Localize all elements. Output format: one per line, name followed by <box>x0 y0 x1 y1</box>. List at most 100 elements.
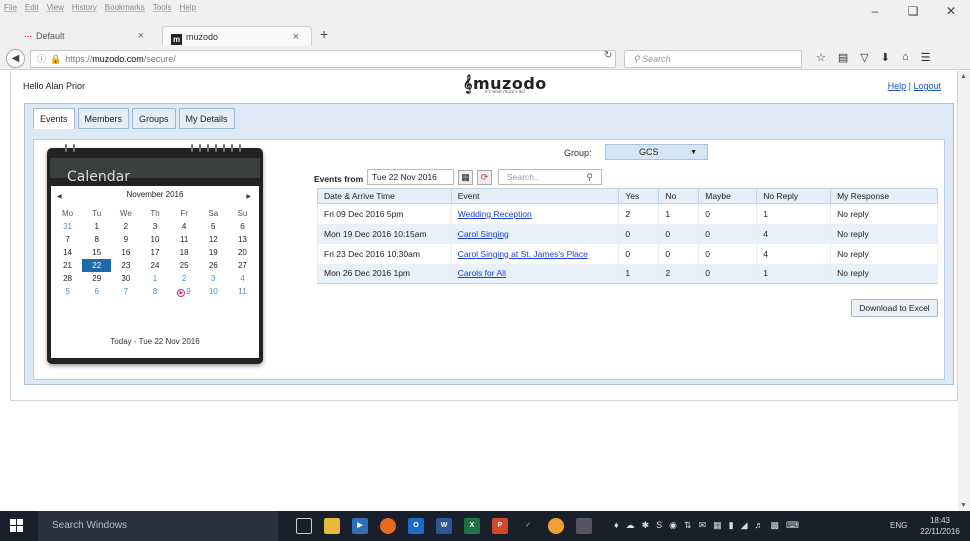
calendar-day[interactable]: 7 <box>53 233 82 246</box>
group-select[interactable]: GCS ▼ <box>605 144 708 160</box>
media-player-icon[interactable]: ▶ <box>352 518 368 534</box>
shield-app-icon[interactable] <box>548 518 564 534</box>
plant-app-icon[interactable]: ✓ <box>520 518 536 534</box>
tab-my-details[interactable]: My Details <box>178 108 235 129</box>
close-icon[interactable]: ✕ <box>932 0 970 22</box>
menu-item-help[interactable]: Help <box>179 3 195 12</box>
calendar-day[interactable]: 8 <box>140 285 169 298</box>
calendar-day[interactable]: 15 <box>82 246 111 259</box>
close-tab-icon[interactable]: × <box>293 27 299 47</box>
taskbar-clock[interactable]: 18:43 22/11/2016 <box>914 515 966 537</box>
info-icon[interactable]: ⓘ <box>37 54 46 64</box>
events-search-input[interactable]: Search.. ⚲ <box>498 169 602 185</box>
calendar-day[interactable]: 2 <box>111 220 140 233</box>
date-picker-icon[interactable]: ▦ <box>458 170 473 185</box>
tab-groups[interactable]: Groups <box>132 108 176 129</box>
column-header[interactable]: Event <box>450 188 620 204</box>
event-link[interactable]: Wedding Reception <box>458 209 532 219</box>
calendar-day[interactable]: 30 <box>111 272 140 285</box>
event-link[interactable]: Carols for All <box>458 268 506 278</box>
table-row[interactable]: Mon 26 Dec 2016 1pm Carols for All 1 2 0 1 No … <box>317 263 938 284</box>
calendar-day[interactable]: 11 <box>170 233 199 246</box>
calendar-day[interactable]: 8 <box>82 233 111 246</box>
calendar-day[interactable]: 18 <box>170 246 199 259</box>
calendar-day[interactable]: 29 <box>82 272 111 285</box>
calendar-day[interactable]: 12 <box>199 233 228 246</box>
calendar-day[interactable]: 3 <box>199 272 228 285</box>
url-bar[interactable]: ⓘ 🔒 https://muzodo.com/secure/ <box>30 50 616 68</box>
search-icon[interactable]: ⚲ <box>586 170 593 184</box>
calendar-day[interactable]: 27 <box>228 259 257 272</box>
volume-icon[interactable]: ♬ <box>755 520 764 531</box>
calendar-day[interactable]: 4 <box>170 220 199 233</box>
language-indicator[interactable]: ENG <box>890 521 907 530</box>
new-tab-icon[interactable]: + <box>320 26 328 42</box>
battery-icon[interactable]: ▮ <box>729 520 734 531</box>
tab-events[interactable]: Events <box>33 108 75 129</box>
calendar-day[interactable]: 13 <box>228 233 257 246</box>
tray-network-icon[interactable]: ▦ <box>713 520 722 531</box>
antivirus-icon[interactable]: ◉ <box>669 520 677 531</box>
calendar-day[interactable]: 24 <box>140 259 169 272</box>
menu-item-tools[interactable]: Tools <box>153 3 172 12</box>
calendar-day[interactable]: 26 <box>199 259 228 272</box>
pocket-icon[interactable]: ▽ <box>860 51 868 64</box>
page-scrollbar[interactable]: ▲ ▼ <box>958 71 970 511</box>
calendar-day[interactable]: 5 <box>199 220 228 233</box>
calendar-day[interactable]: 16 <box>111 246 140 259</box>
back-arrow-icon[interactable]: ◀ <box>6 49 25 68</box>
events-from-date-input[interactable]: Tue 22 Nov 2016 <box>367 169 454 185</box>
column-header[interactable]: No <box>658 188 700 204</box>
logout-link[interactable]: Logout <box>913 81 941 91</box>
event-link[interactable]: Carol Singing at St. James's Place <box>458 249 588 259</box>
tray-s-icon[interactable]: S <box>656 520 662 531</box>
powerpoint-icon[interactable]: P <box>492 518 508 534</box>
windows-start-icon[interactable] <box>10 519 24 533</box>
browser-tab-muzodo[interactable]: m muzodo × <box>162 26 312 46</box>
calendar-day[interactable]: 2 <box>170 272 199 285</box>
task-view-icon[interactable] <box>296 518 312 534</box>
tray-outlook-icon[interactable]: ✉ <box>699 520 707 531</box>
outlook-icon[interactable]: O <box>408 518 424 534</box>
calendar-day[interactable]: 28 <box>53 272 82 285</box>
tab-members[interactable]: Members <box>77 108 130 129</box>
table-row[interactable]: Mon 19 Dec 2016 10:15am Carol Singing 0 0 0 4… <box>317 223 938 244</box>
restore-icon[interactable]: ❏ <box>894 0 932 22</box>
refresh-icon[interactable]: ⟳ <box>477 170 492 185</box>
calendar-day[interactable]: 4 <box>228 272 257 285</box>
calendar-day[interactable]: 21 <box>53 259 82 272</box>
calendar-day[interactable]: 19 <box>199 246 228 259</box>
bookmark-star-icon[interactable]: ☆ <box>816 51 826 64</box>
calendar-day[interactable]: 1 <box>140 272 169 285</box>
minimize-icon[interactable]: – <box>856 0 894 22</box>
wifi-icon[interactable]: ◢ <box>741 520 748 531</box>
column-header[interactable]: No Reply <box>756 188 832 204</box>
tray-cloud-icon[interactable]: ☁ <box>626 520 635 531</box>
download-excel-button[interactable]: Download to Excel <box>851 299 938 317</box>
close-tab-icon[interactable]: × <box>138 26 144 46</box>
calendar-day[interactable]: 6 <box>82 285 111 298</box>
calendar-day[interactable]: 5 <box>53 285 82 298</box>
home-icon[interactable]: ⌂ <box>902 51 909 64</box>
scroll-down-icon[interactable]: ▼ <box>960 502 967 509</box>
tray-sync-icon[interactable]: ⇅ <box>684 520 692 531</box>
column-header[interactable]: Maybe <box>698 188 758 204</box>
browser-search-input[interactable]: ⚲ Search <box>624 50 802 68</box>
calendar-day[interactable]: 11 <box>228 285 257 298</box>
word-icon[interactable]: W <box>436 518 452 534</box>
calendar-day[interactable]: 14 <box>53 246 82 259</box>
menu-item-history[interactable]: History <box>72 3 97 12</box>
keyboard-icon[interactable]: ⌨ <box>786 520 799 531</box>
browser-tab-default[interactable]: ⋯ Default × <box>16 26 156 46</box>
file-explorer-icon[interactable] <box>324 518 340 534</box>
column-header[interactable]: Yes <box>618 188 660 204</box>
calendar-day[interactable]: 10 <box>140 233 169 246</box>
column-header[interactable]: Date & Arrive Time <box>317 188 452 204</box>
table-row[interactable]: Fri 09 Dec 2016 5pm Wedding Reception 2 1 0 1… <box>317 203 938 224</box>
reload-icon[interactable]: ↻ <box>604 50 612 61</box>
calendar-day[interactable]: 31 <box>53 220 82 233</box>
calendar-day[interactable]: 1 <box>82 220 111 233</box>
notification-icon[interactable]: ▩ <box>771 520 780 531</box>
help-link[interactable]: Help <box>888 81 907 91</box>
calendar-today-link[interactable]: Today - Tue 22 Nov 2016 <box>51 337 259 346</box>
